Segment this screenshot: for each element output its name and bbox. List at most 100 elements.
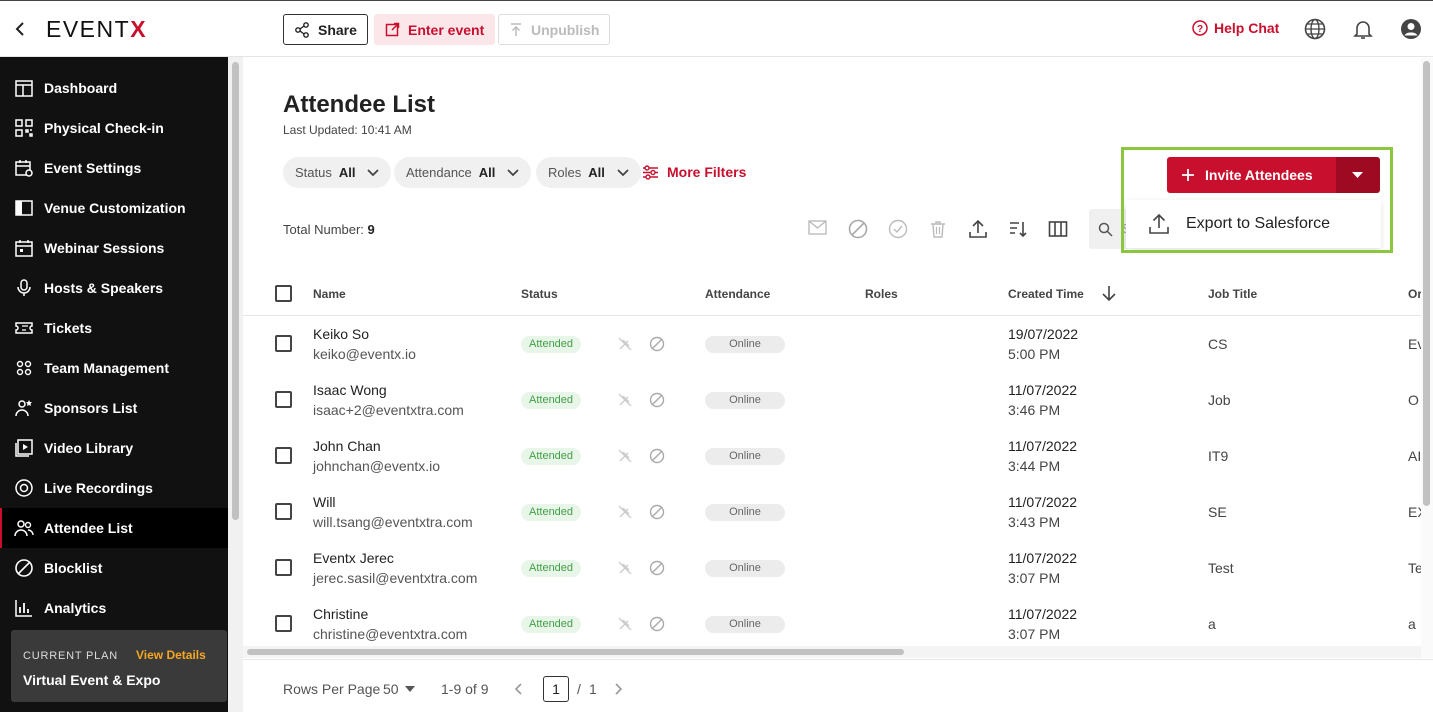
globe-icon[interactable] bbox=[1304, 18, 1326, 40]
sidebar-item-video-library[interactable]: Video Library bbox=[0, 428, 228, 468]
sidebar-item-venue-customization[interactable]: Venue Customization bbox=[0, 188, 228, 228]
no-check-in-icon[interactable] bbox=[617, 336, 633, 352]
block-icon[interactable] bbox=[649, 336, 665, 352]
column-header-job-title[interactable]: Job Title bbox=[1208, 287, 1257, 301]
attendance-badge: Online bbox=[705, 616, 785, 633]
filter-roles[interactable]: Roles All bbox=[536, 157, 641, 188]
view-details-link[interactable]: View Details bbox=[136, 648, 206, 662]
created-time: 3:07 PM bbox=[1008, 626, 1061, 642]
no-check-in-icon[interactable] bbox=[617, 616, 633, 632]
filter-attendance[interactable]: Attendance All bbox=[394, 157, 532, 188]
block-icon[interactable] bbox=[848, 219, 868, 239]
unpublish-button[interactable]: Unpublish bbox=[498, 14, 611, 45]
block-icon[interactable] bbox=[649, 448, 665, 464]
row-checkbox[interactable] bbox=[275, 559, 292, 576]
enter-event-label: Enter event bbox=[408, 21, 485, 38]
next-page-icon[interactable] bbox=[615, 683, 623, 695]
no-check-in-icon[interactable] bbox=[617, 504, 633, 520]
no-check-in-icon[interactable] bbox=[617, 392, 633, 408]
previous-page-icon[interactable] bbox=[514, 683, 522, 695]
sidebar-item-label: Tickets bbox=[44, 320, 92, 336]
table-horizontal-scrollbar[interactable] bbox=[243, 646, 1421, 658]
sidebar-item-physical-check-in[interactable]: Physical Check-in bbox=[0, 108, 228, 148]
more-filters-button[interactable]: More Filters bbox=[642, 164, 746, 180]
trash-icon[interactable] bbox=[928, 219, 948, 239]
sidebar-scrollbar[interactable] bbox=[228, 57, 243, 712]
row-checkbox[interactable] bbox=[275, 447, 292, 464]
help-chat-button[interactable]: ? Help Chat bbox=[1192, 20, 1279, 36]
sidebar-item-analytics[interactable]: Analytics bbox=[0, 588, 228, 628]
sidebar-item-team-management[interactable]: Team Management bbox=[0, 348, 228, 388]
job-title: a bbox=[1208, 616, 1216, 632]
sort-arrow-down-icon[interactable] bbox=[1101, 285, 1117, 302]
row-checkbox[interactable] bbox=[275, 335, 292, 352]
block-icon bbox=[15, 559, 33, 577]
column-header-name[interactable]: Name bbox=[313, 287, 346, 301]
unpublish-label: Unpublish bbox=[531, 21, 600, 38]
sidebar-item-hosts-speakers[interactable]: Hosts & Speakers bbox=[0, 268, 228, 308]
export-upload-icon[interactable] bbox=[968, 219, 988, 239]
no-check-in-icon[interactable] bbox=[617, 560, 633, 576]
sidebar-item-label: Team Management bbox=[44, 360, 169, 376]
table-row[interactable]: Will will.tsang@eventxtra.com Attended O… bbox=[243, 484, 1421, 540]
created-time: 3:46 PM bbox=[1008, 402, 1061, 418]
table-row[interactable]: Isaac Wong isaac+2@eventxtra.com Attende… bbox=[243, 372, 1421, 428]
select-all-checkbox[interactable] bbox=[275, 285, 292, 302]
enter-event-button[interactable]: Enter event bbox=[374, 14, 496, 45]
video-library-icon bbox=[15, 439, 33, 457]
sidebar-item-label: Webinar Sessions bbox=[44, 240, 165, 256]
organization: O bbox=[1408, 392, 1419, 408]
help-chat-label: Help Chat bbox=[1214, 20, 1280, 36]
sidebar-item-dashboard[interactable]: Dashboard bbox=[0, 68, 228, 108]
table-row[interactable]: Christine christine@eventxtra.com Attend… bbox=[243, 596, 1421, 646]
sidebar-item-event-settings[interactable]: Event Settings bbox=[0, 148, 228, 188]
sidebar-item-sponsors-list[interactable]: Sponsors List bbox=[0, 388, 228, 428]
main-vertical-scrollbar[interactable] bbox=[1421, 58, 1433, 658]
sort-icon[interactable] bbox=[1008, 219, 1028, 239]
column-header-attendance[interactable]: Attendance bbox=[705, 287, 770, 301]
row-checkbox[interactable] bbox=[275, 503, 292, 520]
row-checkbox[interactable] bbox=[275, 615, 292, 632]
sidebar-scroll-thumb[interactable] bbox=[232, 62, 239, 520]
bell-icon[interactable] bbox=[1352, 18, 1374, 40]
sidebar-item-blocklist[interactable]: Blocklist bbox=[0, 548, 228, 588]
horizontal-scroll-thumb[interactable] bbox=[247, 649, 904, 655]
row-checkbox[interactable] bbox=[275, 391, 292, 408]
block-icon[interactable] bbox=[649, 616, 665, 632]
share-button[interactable]: Share bbox=[283, 14, 368, 45]
sliders-icon bbox=[643, 164, 658, 180]
sidebar-item-tickets[interactable]: Tickets bbox=[0, 308, 228, 348]
table-row[interactable]: John Chan johnchan@eventx.io Attended On… bbox=[243, 428, 1421, 484]
table-row[interactable]: Keiko So keiko@eventx.io Attended Online… bbox=[243, 316, 1421, 372]
rows-per-page-select[interactable]: 50 bbox=[383, 681, 415, 697]
current-page-input[interactable]: 1 bbox=[543, 676, 569, 702]
organization: Ev bbox=[1408, 336, 1421, 352]
column-header-organization[interactable]: Or bbox=[1408, 287, 1421, 301]
job-title: SE bbox=[1208, 504, 1227, 520]
filter-value: All bbox=[588, 165, 605, 180]
column-header-created-time[interactable]: Created Time bbox=[1008, 287, 1084, 301]
check-circle-icon[interactable] bbox=[888, 219, 908, 239]
column-header-status[interactable]: Status bbox=[521, 287, 558, 301]
created-date: 19/07/2022 bbox=[1008, 326, 1079, 342]
block-icon[interactable] bbox=[649, 504, 665, 520]
filter-status[interactable]: Status All bbox=[283, 157, 392, 188]
block-icon[interactable] bbox=[649, 392, 665, 408]
sidebar-item-live-recordings[interactable]: Live Recordings bbox=[0, 468, 228, 508]
block-icon[interactable] bbox=[649, 560, 665, 576]
vertical-scroll-thumb[interactable] bbox=[1423, 61, 1430, 506]
organization: Te bbox=[1408, 560, 1421, 576]
table-row[interactable]: Eventx Jerec jerec.sasil@eventxtra.com A… bbox=[243, 540, 1421, 596]
sidebar-item-attendee-list[interactable]: Attendee List bbox=[0, 508, 228, 548]
analytics-icon bbox=[15, 600, 32, 617]
eventx-logo[interactable]: EVENTX bbox=[46, 16, 147, 43]
columns-icon[interactable] bbox=[1048, 219, 1068, 239]
attendance-badge: Online bbox=[705, 336, 785, 353]
sidebar-item-label: Event Settings bbox=[44, 160, 142, 176]
back-chevron-icon[interactable] bbox=[14, 21, 26, 37]
no-check-in-icon[interactable] bbox=[617, 448, 633, 464]
column-header-roles[interactable]: Roles bbox=[865, 287, 898, 301]
resend-email-icon[interactable] bbox=[808, 219, 828, 237]
sidebar-item-webinar-sessions[interactable]: Webinar Sessions bbox=[0, 228, 228, 268]
user-avatar-icon[interactable] bbox=[1400, 18, 1422, 40]
